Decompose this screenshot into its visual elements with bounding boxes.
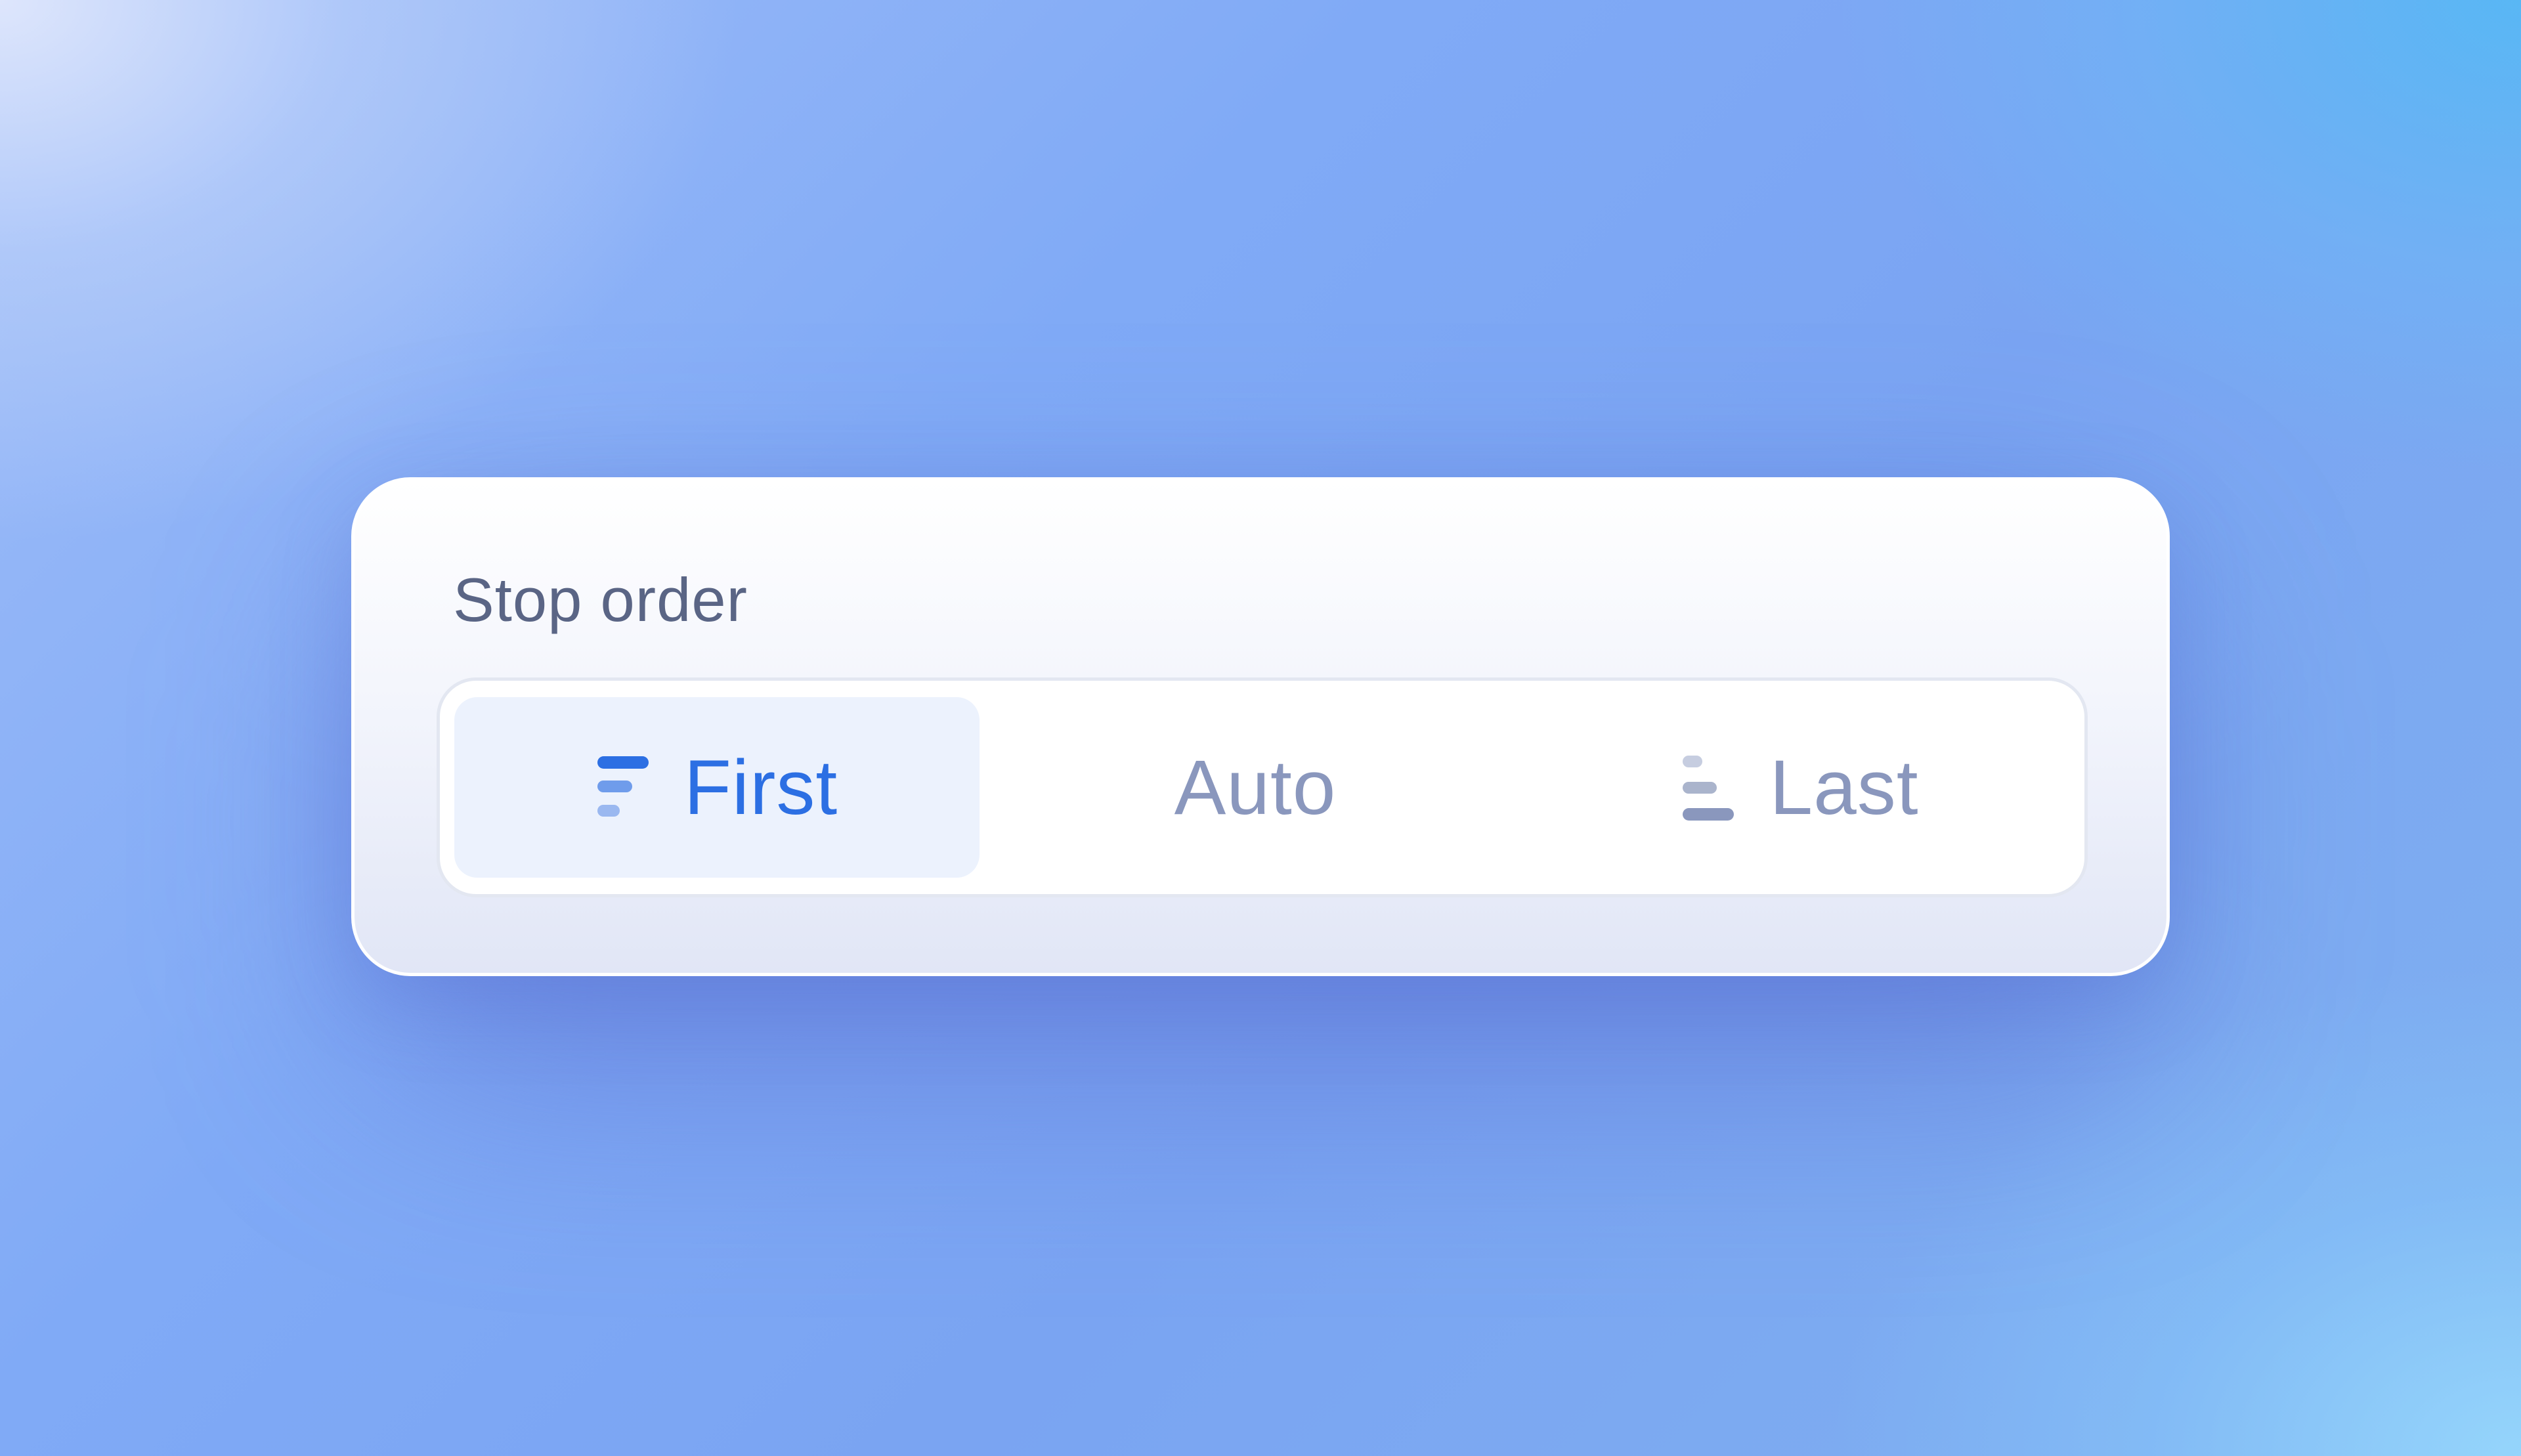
background: Stop order First Auto Last	[0, 0, 2521, 1456]
segment-auto[interactable]: Auto	[980, 697, 1531, 878]
stop-order-segmented-control: First Auto Last	[437, 677, 2088, 897]
segment-first-label: First	[683, 744, 838, 831]
align-top-icon	[596, 754, 650, 821]
segment-last[interactable]: Last	[1531, 697, 2069, 878]
align-bottom-icon	[1681, 753, 1735, 823]
segment-last-label: Last	[1769, 744, 1919, 831]
segment-first[interactable]: First	[454, 697, 980, 878]
segment-auto-label: Auto	[1174, 744, 1337, 831]
stop-order-card: Stop order First Auto Last	[351, 477, 2170, 976]
stop-order-label: Stop order	[453, 565, 748, 634]
